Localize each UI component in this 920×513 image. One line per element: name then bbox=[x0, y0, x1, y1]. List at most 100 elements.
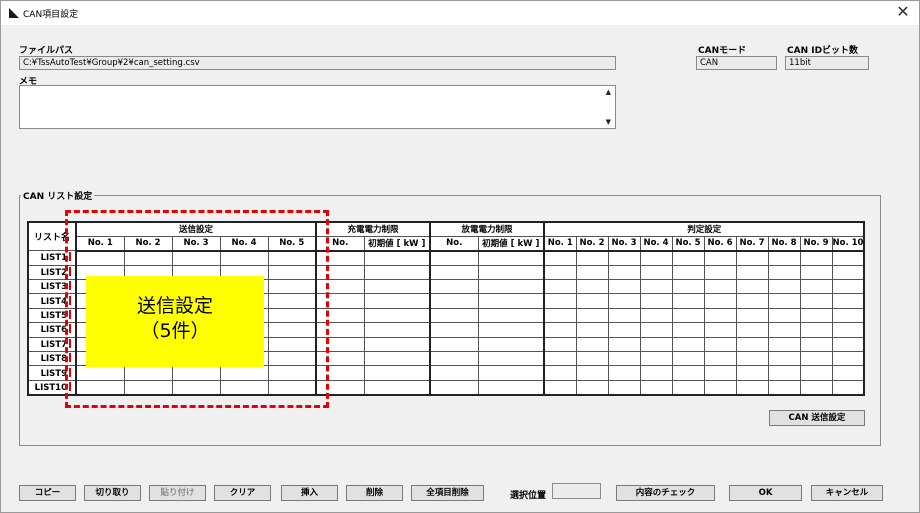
table-cell[interactable] bbox=[363, 279, 431, 295]
table-cell[interactable] bbox=[799, 365, 833, 381]
table-cell[interactable] bbox=[639, 336, 673, 353]
table-cell[interactable] bbox=[671, 379, 705, 396]
table-cell[interactable] bbox=[639, 351, 673, 367]
table-cell[interactable] bbox=[799, 351, 833, 367]
table-cell[interactable] bbox=[477, 379, 545, 396]
table-cell[interactable] bbox=[703, 322, 737, 338]
table-cell[interactable] bbox=[363, 379, 431, 396]
delete-button[interactable]: 削除 bbox=[346, 485, 403, 501]
table-cell[interactable] bbox=[735, 379, 769, 396]
table-cell[interactable] bbox=[831, 379, 865, 396]
table-cell[interactable] bbox=[363, 336, 431, 353]
table-cell[interactable] bbox=[831, 293, 865, 309]
table-cell[interactable] bbox=[799, 336, 833, 353]
table-cell[interactable] bbox=[429, 293, 479, 309]
table-cell[interactable] bbox=[799, 307, 833, 324]
table-cell[interactable] bbox=[575, 322, 609, 338]
table-cell[interactable] bbox=[477, 250, 545, 266]
table-cell[interactable] bbox=[543, 379, 577, 396]
table-cell[interactable] bbox=[639, 379, 673, 396]
table-cell[interactable] bbox=[831, 336, 865, 353]
table-cell[interactable] bbox=[363, 293, 431, 309]
table-cell[interactable] bbox=[543, 336, 577, 353]
ok-button[interactable]: OK bbox=[729, 485, 802, 501]
table-cell[interactable] bbox=[429, 264, 479, 281]
scroll-up-icon[interactable]: ▲ bbox=[606, 88, 611, 96]
table-cell[interactable] bbox=[429, 307, 479, 324]
table-cell[interactable] bbox=[735, 264, 769, 281]
table-cell[interactable] bbox=[703, 250, 737, 266]
table-cell[interactable] bbox=[429, 336, 479, 353]
table-cell[interactable] bbox=[767, 351, 801, 367]
table-cell[interactable] bbox=[607, 264, 641, 281]
table-cell[interactable] bbox=[639, 322, 673, 338]
table-cell[interactable] bbox=[799, 293, 833, 309]
table-cell[interactable] bbox=[703, 293, 737, 309]
table-cell[interactable] bbox=[799, 279, 833, 295]
table-cell[interactable] bbox=[363, 250, 431, 266]
table-cell[interactable] bbox=[575, 264, 609, 281]
table-cell[interactable] bbox=[671, 293, 705, 309]
table-cell[interactable] bbox=[767, 379, 801, 396]
table-cell[interactable] bbox=[703, 365, 737, 381]
table-cell[interactable] bbox=[639, 293, 673, 309]
file-path-field[interactable]: C:¥TssAutoTest¥Group¥2¥can_setting.csv bbox=[19, 56, 616, 70]
table-cell[interactable] bbox=[429, 379, 479, 396]
table-cell[interactable] bbox=[477, 293, 545, 309]
table-cell[interactable] bbox=[477, 264, 545, 281]
table-cell[interactable] bbox=[575, 336, 609, 353]
table-cell[interactable] bbox=[575, 379, 609, 396]
table-cell[interactable] bbox=[477, 307, 545, 324]
table-cell[interactable] bbox=[767, 307, 801, 324]
table-cell[interactable] bbox=[607, 336, 641, 353]
table-cell[interactable] bbox=[477, 322, 545, 338]
table-cell[interactable] bbox=[735, 293, 769, 309]
table-cell[interactable] bbox=[671, 322, 705, 338]
table-cell[interactable] bbox=[735, 351, 769, 367]
table-cell[interactable] bbox=[799, 322, 833, 338]
table-cell[interactable] bbox=[575, 365, 609, 381]
can-id-bits-field[interactable]: 11bit bbox=[785, 56, 869, 70]
memo-textarea[interactable]: ▲ ▼ bbox=[19, 85, 616, 129]
table-cell[interactable] bbox=[703, 336, 737, 353]
table-cell[interactable] bbox=[767, 293, 801, 309]
table-cell[interactable] bbox=[671, 307, 705, 324]
table-cell[interactable] bbox=[543, 351, 577, 367]
table-cell[interactable] bbox=[543, 365, 577, 381]
table-cell[interactable] bbox=[575, 293, 609, 309]
table-cell[interactable] bbox=[831, 351, 865, 367]
table-cell[interactable] bbox=[429, 365, 479, 381]
table-cell[interactable] bbox=[703, 379, 737, 396]
table-cell[interactable] bbox=[607, 293, 641, 309]
table-cell[interactable] bbox=[363, 307, 431, 324]
table-cell[interactable] bbox=[543, 279, 577, 295]
table-cell[interactable] bbox=[607, 322, 641, 338]
table-cell[interactable] bbox=[767, 264, 801, 281]
table-cell[interactable] bbox=[575, 279, 609, 295]
table-cell[interactable] bbox=[735, 336, 769, 353]
table-cell[interactable] bbox=[607, 279, 641, 295]
copy-button[interactable]: コピー bbox=[19, 485, 76, 501]
table-cell[interactable] bbox=[735, 279, 769, 295]
table-cell[interactable] bbox=[429, 351, 479, 367]
table-cell[interactable] bbox=[831, 365, 865, 381]
table-cell[interactable] bbox=[543, 322, 577, 338]
check-contents-button[interactable]: 内容のチェック bbox=[616, 485, 715, 501]
table-cell[interactable] bbox=[607, 379, 641, 396]
table-cell[interactable] bbox=[429, 322, 479, 338]
table-cell[interactable] bbox=[735, 250, 769, 266]
table-cell[interactable] bbox=[671, 279, 705, 295]
table-cell[interactable] bbox=[703, 351, 737, 367]
table-cell[interactable] bbox=[639, 279, 673, 295]
selected-position-field[interactable] bbox=[552, 483, 601, 499]
table-cell[interactable] bbox=[831, 264, 865, 281]
table-cell[interactable] bbox=[767, 322, 801, 338]
can-send-settings-button[interactable]: CAN 送信設定 bbox=[769, 410, 865, 426]
table-cell[interactable] bbox=[363, 365, 431, 381]
table-cell[interactable] bbox=[543, 293, 577, 309]
table-cell[interactable] bbox=[703, 264, 737, 281]
table-cell[interactable] bbox=[575, 351, 609, 367]
cut-button[interactable]: 切り取り bbox=[84, 485, 141, 501]
table-cell[interactable] bbox=[575, 250, 609, 266]
table-cell[interactable] bbox=[639, 307, 673, 324]
